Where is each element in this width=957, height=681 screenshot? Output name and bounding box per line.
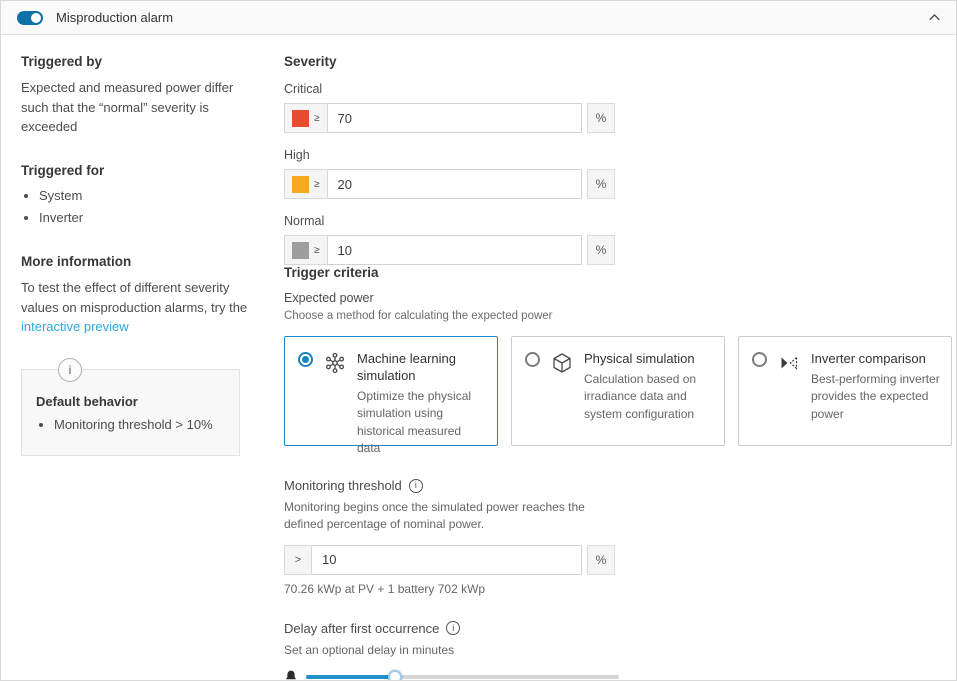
critical-color-swatch — [292, 110, 309, 127]
monitoring-threshold-unit: % — [587, 545, 615, 575]
monitoring-threshold-label-text: Monitoring threshold — [284, 478, 402, 493]
more-information-text: To test the effect of different severity… — [21, 278, 257, 337]
high-threshold-group: ≥ % — [284, 169, 615, 199]
critical-label: Critical — [284, 82, 952, 96]
delay-description: Set an optional delay in minutes — [284, 642, 604, 659]
normal-unit: % — [587, 235, 615, 265]
normal-addon: ≥ — [284, 235, 328, 265]
interactive-preview-link[interactable]: interactive preview — [21, 319, 129, 334]
method-card-inverter-comparison[interactable]: Inverter comparison Best-performing inve… — [738, 336, 952, 446]
gte-operator: ≥ — [314, 245, 320, 256]
alarm-enabled-toggle[interactable] — [17, 11, 43, 25]
method-title: Machine learning simulation — [357, 351, 487, 385]
radio-inverter-comparison[interactable] — [752, 352, 767, 367]
normal-label: Normal — [284, 214, 952, 228]
method-description: Optimize the physical simulation using h… — [357, 388, 487, 458]
method-description: Best-performing inverter provides the ex… — [811, 371, 941, 423]
triggered-by-text: Expected and measured power differ such … — [21, 78, 257, 137]
delay-block: Delay after first occurrence Set an opti… — [284, 621, 952, 681]
bell-icon — [284, 669, 298, 681]
monitoring-threshold-group: > % — [284, 545, 615, 575]
slider-fill — [306, 675, 395, 679]
radio-machine-learning[interactable] — [298, 352, 313, 367]
collapse-chevron-up-icon[interactable] — [927, 10, 942, 25]
slider-thumb[interactable] — [388, 670, 402, 681]
method-description: Calculation based on irradiance data and… — [584, 371, 714, 423]
gte-operator: ≥ — [314, 179, 320, 190]
method-title: Physical simulation — [584, 351, 714, 368]
card-text: Physical simulation Calculation based on… — [584, 351, 714, 435]
high-color-swatch — [292, 176, 309, 193]
triggered-for-title: Triggered for — [21, 163, 257, 178]
slider-track[interactable] — [306, 675, 619, 679]
monitoring-threshold-block: Monitoring threshold Monitoring begins o… — [284, 478, 952, 596]
monitoring-threshold-input[interactable] — [312, 545, 582, 575]
expected-power-hint: Choose a method for calculating the expe… — [284, 310, 952, 322]
trigger-criteria-title: Trigger criteria — [284, 265, 952, 280]
compare-inverters-icon — [777, 351, 801, 435]
high-addon: ≥ — [284, 169, 328, 199]
severity-title: Severity — [284, 54, 952, 69]
card-text: Inverter comparison Best-performing inve… — [811, 351, 941, 435]
monitoring-threshold-description: Monitoring begins once the simulated pow… — [284, 499, 604, 533]
info-sidebar: Triggered by Expected and measured power… — [21, 54, 257, 681]
delay-label: Delay after first occurrence — [284, 621, 952, 636]
panel-title: Misproduction alarm — [56, 10, 173, 25]
monitoring-threshold-label: Monitoring threshold — [284, 478, 952, 493]
toggle-knob — [31, 13, 41, 23]
gt-operator: > — [284, 545, 312, 575]
misproduction-alarm-panel: Misproduction alarm Triggered by Expecte… — [0, 0, 957, 681]
info-icon[interactable] — [409, 479, 423, 493]
neural-network-icon — [323, 351, 347, 435]
critical-threshold-input[interactable] — [328, 103, 583, 133]
expected-power-method-cards: Machine learning simulation Optimize the… — [284, 336, 952, 446]
high-label: High — [284, 148, 952, 162]
triggered-by-title: Triggered by — [21, 54, 257, 69]
info-icon — [58, 358, 82, 382]
list-item: System — [39, 187, 257, 206]
normal-color-swatch — [292, 242, 309, 259]
gte-operator: ≥ — [314, 113, 320, 124]
expected-power-label: Expected power — [284, 291, 952, 305]
panel-header[interactable]: Misproduction alarm — [1, 1, 956, 35]
panel-body: Triggered by Expected and measured power… — [1, 35, 956, 681]
delay-slider[interactable] — [306, 670, 619, 681]
radio-physical-simulation[interactable] — [525, 352, 540, 367]
default-behavior-list: Monitoring threshold > 10% — [38, 416, 225, 435]
list-item: Monitoring threshold > 10% — [54, 416, 225, 435]
nominal-power-note: 70.26 kWp at PV + 1 battery 702 kWp — [284, 582, 952, 596]
critical-addon: ≥ — [284, 103, 328, 133]
method-card-machine-learning[interactable]: Machine learning simulation Optimize the… — [284, 336, 498, 446]
critical-threshold-group: ≥ % — [284, 103, 615, 133]
cube-icon — [550, 351, 574, 435]
normal-threshold-input[interactable] — [328, 235, 583, 265]
default-behavior-box: Default behavior Monitoring threshold > … — [21, 369, 240, 456]
high-threshold-input[interactable] — [328, 169, 583, 199]
method-title: Inverter comparison — [811, 351, 941, 368]
info-icon[interactable] — [446, 621, 460, 635]
critical-unit: % — [587, 103, 615, 133]
delay-label-text: Delay after first occurrence — [284, 621, 439, 636]
settings-column: Severity Critical ≥ % High ≥ % — [284, 54, 952, 681]
slider-row — [284, 669, 619, 681]
more-information-text-body: To test the effect of different severity… — [21, 280, 247, 315]
list-item: Inverter — [39, 209, 257, 228]
delay-slider-wrap: 0 15 30 60 90 120 180 240 — [284, 669, 619, 681]
more-information-title: More information — [21, 254, 257, 269]
method-card-physical-simulation[interactable]: Physical simulation Calculation based on… — [511, 336, 725, 446]
high-unit: % — [587, 169, 615, 199]
normal-threshold-group: ≥ % — [284, 235, 615, 265]
card-text: Machine learning simulation Optimize the… — [357, 351, 487, 435]
default-behavior-title: Default behavior — [36, 394, 225, 409]
triggered-for-list: System Inverter — [23, 187, 257, 229]
